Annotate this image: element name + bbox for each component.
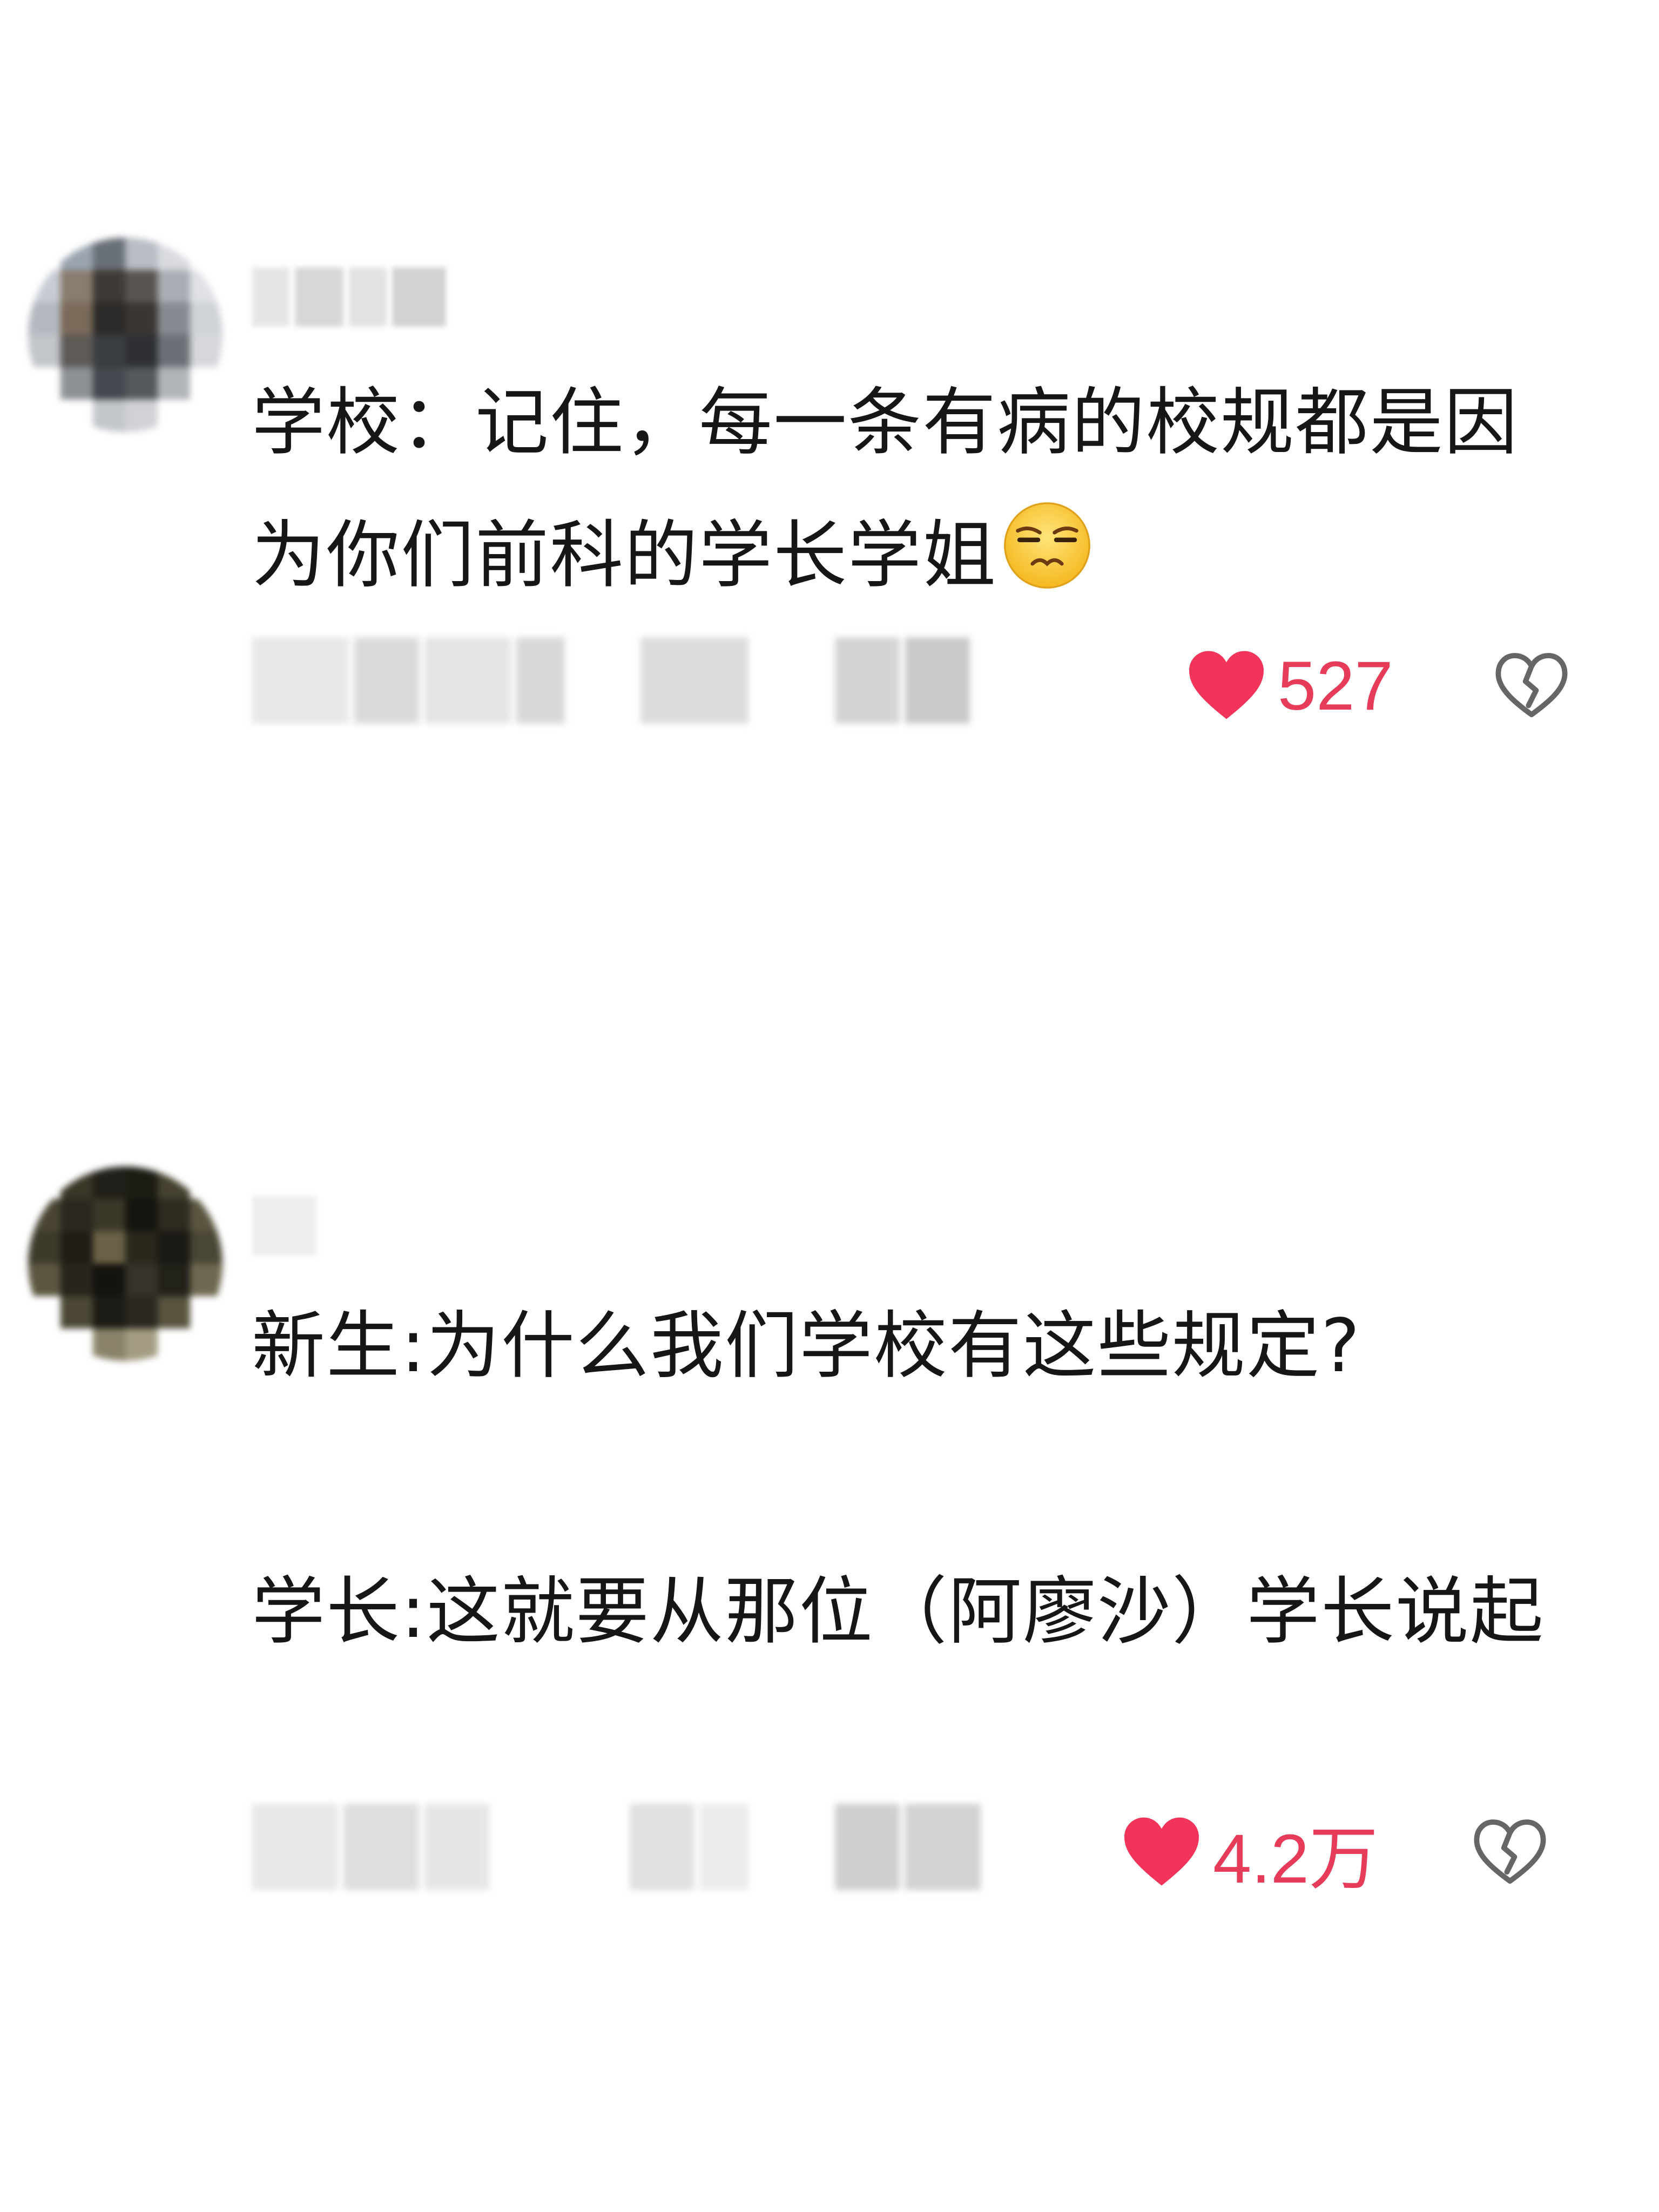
comment-text: 新生:为什么我们学校有这些规定? 学长:这就要从那位（阿廖沙）学长说起 bbox=[252, 1304, 1545, 1655]
heart-icon bbox=[1189, 651, 1264, 719]
like-count: 4.2万 bbox=[1213, 1820, 1378, 1898]
avatar[interactable] bbox=[28, 1166, 222, 1361]
comment-text: 学校：记住，每一条有病的校规都是因为你们前科的学长学姐 bbox=[252, 380, 1519, 598]
like-button[interactable]: 527 bbox=[1186, 643, 1393, 729]
avatar[interactable] bbox=[28, 238, 222, 432]
like-button[interactable]: 4.2万 bbox=[1121, 1809, 1378, 1898]
comment-meta bbox=[252, 1804, 997, 1890]
like-count: 527 bbox=[1278, 647, 1393, 725]
username[interactable] bbox=[252, 1196, 316, 1256]
squinting-face-emoji bbox=[1004, 502, 1090, 589]
comment-meta bbox=[252, 637, 1008, 724]
broken-heart-icon[interactable] bbox=[1472, 1815, 1548, 1890]
username[interactable] bbox=[252, 267, 446, 327]
comment-item: 新生:为什么我们学校有这些规定? 学长:这就要从那位（阿廖沙）学长说起 4.2万 bbox=[0, 1080, 1659, 1998]
comment-item: 学校：记住，每一条有病的校规都是因为你们前科的学长学姐 527 bbox=[0, 0, 1659, 810]
broken-heart-icon[interactable] bbox=[1494, 648, 1569, 724]
heart-icon bbox=[1124, 1817, 1199, 1886]
